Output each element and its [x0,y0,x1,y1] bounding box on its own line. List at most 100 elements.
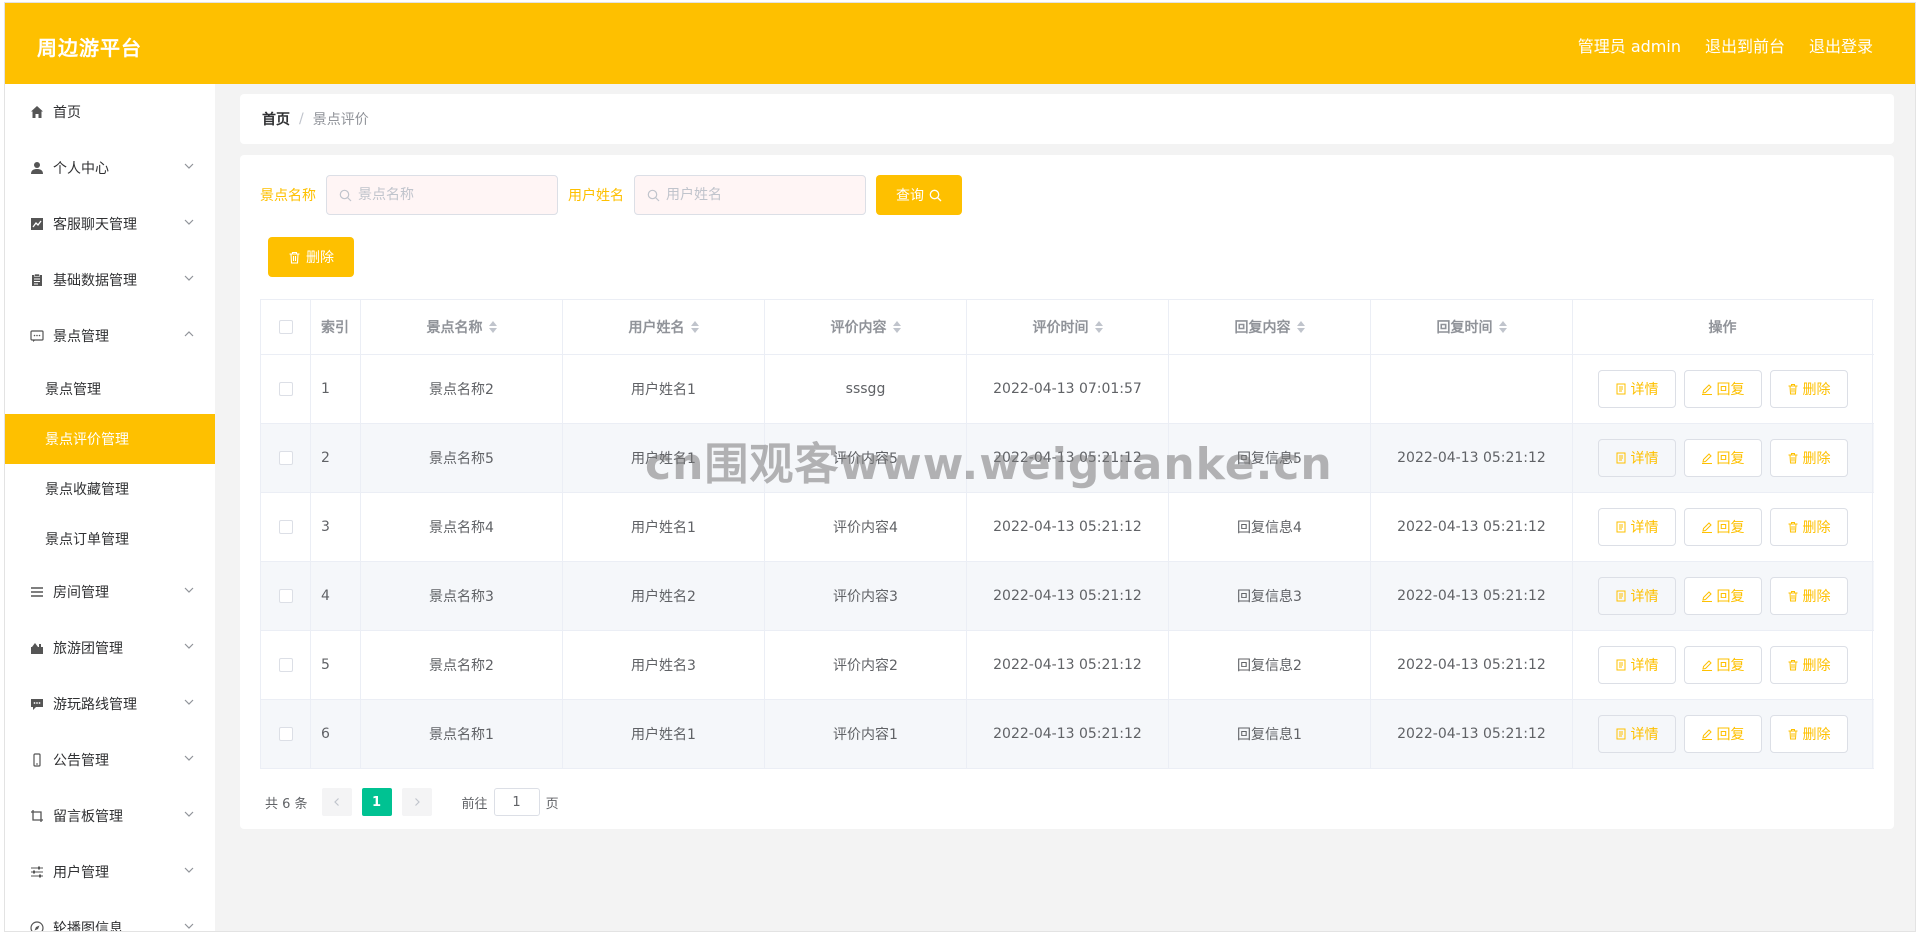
sidebar-subitem-scenic-order[interactable]: 景点订单管理 [5,514,215,564]
reply-label: 回复 [1716,727,1745,743]
cell-actions: 详情 回复 删除 [1573,700,1873,768]
delete-button[interactable]: 删除 [1769,508,1848,546]
cell-user-name: 用户姓名3 [563,631,765,699]
sort-icon[interactable] [690,321,699,333]
delete-button[interactable]: 删除 [1769,370,1848,408]
header-label: 用户姓名 [628,320,685,336]
page-number-current[interactable]: 1 [361,788,392,816]
cell-reply-time: 2022-04-13 05:21:12 [1371,631,1573,699]
sort-icon[interactable] [892,321,901,333]
reply-button[interactable]: 回复 [1683,439,1762,477]
detail-button[interactable]: 详情 [1597,577,1676,615]
breadcrumb: 首页 / 景点评价 [240,94,1894,144]
query-button[interactable]: 查询 [876,175,962,215]
header-scenic-name[interactable]: 景点名称 [361,300,563,354]
header-label: 索引 [321,320,349,336]
row-checkbox[interactable] [278,520,293,534]
brand-title: 周边游平台 [37,36,142,60]
sidebar-item-label: 客服聊天管理 [53,217,137,233]
delete-button[interactable]: 删除 [1769,715,1848,753]
sidebar-item-chat[interactable]: 客服聊天管理 [5,196,215,252]
prev-page-button[interactable] [321,788,352,816]
sidebar-item-label: 轮播图信息 [53,921,123,932]
sidebar-item-user[interactable]: 用户管理 [5,844,215,900]
chart-icon [29,216,45,232]
logout-link[interactable]: 退出登录 [1809,33,1873,57]
detail-button[interactable]: 详情 [1597,715,1676,753]
cell-user-name: 用户姓名1 [563,424,765,492]
cell-actions: 详情 回复 删除 [1573,424,1873,492]
row-checkbox[interactable] [278,727,293,741]
row-checkbox[interactable] [278,451,293,465]
sidebar-item-message-board[interactable]: 留言板管理 [5,788,215,844]
cell-user-name: 用户姓名1 [563,493,765,561]
detail-button[interactable]: 详情 [1597,370,1676,408]
reply-button[interactable]: 回复 [1683,715,1762,753]
exit-to-front-link[interactable]: 退出到前台 [1705,33,1785,57]
sidebar-item-label: 个人中心 [53,161,109,177]
cell-reply-time [1371,355,1573,423]
detail-button[interactable]: 详情 [1597,508,1676,546]
goto-page-input[interactable] [496,794,537,810]
cell-index: 2 [311,424,361,492]
detail-button[interactable]: 详情 [1597,646,1676,684]
cell-scenic-name: 景点名称2 [361,355,563,423]
header-index: 索引 [311,300,361,354]
reply-button[interactable]: 回复 [1683,370,1762,408]
sidebar-item-room[interactable]: 房间管理 [5,564,215,620]
user-name-field[interactable] [634,175,866,215]
edit-icon [1701,659,1713,671]
bulk-delete-button[interactable]: 删除 [268,237,354,277]
sidebar-subitem-scenic-review[interactable]: 景点评价管理 [5,414,215,464]
sidebar-item-tour-group[interactable]: 旅游团管理 [5,620,215,676]
sidebar-item-profile[interactable]: 个人中心 [5,140,215,196]
header-reply-time[interactable]: 回复时间 [1371,300,1573,354]
select-all-checkbox[interactable] [278,320,293,334]
row-checkbox[interactable] [278,589,293,603]
sidebar-item-scenic[interactable]: 景点管理 [5,308,215,364]
delete-button[interactable]: 删除 [1769,646,1848,684]
admin-label[interactable]: 管理员 admin [1578,33,1681,57]
chat-icon [29,328,45,344]
cell-user-name: 用户姓名2 [563,562,765,630]
sidebar-item-carousel[interactable]: 轮播图信息 [5,900,215,932]
sidebar-item-route[interactable]: 游玩路线管理 [5,676,215,732]
sort-icon[interactable] [1296,321,1305,333]
cell-actions: 详情 回复 删除 [1573,631,1873,699]
reply-button[interactable]: 回复 [1683,508,1762,546]
scenic-name-input[interactable] [358,187,528,203]
detail-button[interactable]: 详情 [1597,439,1676,477]
row-checkbox[interactable] [278,382,293,396]
header-reply-content[interactable]: 回复内容 [1169,300,1371,354]
sort-icon[interactable] [488,321,497,333]
sort-icon[interactable] [1498,321,1507,333]
breadcrumb-home[interactable]: 首页 [262,109,290,129]
header-review-time[interactable]: 评价时间 [967,300,1169,354]
sort-icon[interactable] [1094,321,1103,333]
header-user-name[interactable]: 用户姓名 [563,300,765,354]
sidebar-item-basic-data[interactable]: 基础数据管理 [5,252,215,308]
sidebar-item-notice[interactable]: 公告管理 [5,732,215,788]
cell-review-content: sssgg [765,355,967,423]
goto-page-field[interactable] [493,788,540,816]
scenic-name-field[interactable] [326,175,558,215]
sidebar-item-label: 公告管理 [53,753,109,769]
cell-review-content: 评价内容1 [765,700,967,768]
sidebar-item-home[interactable]: 首页 [5,84,215,140]
user-name-input[interactable] [666,187,836,203]
cell-actions: 详情 回复 删除 [1573,355,1873,423]
header-review-content[interactable]: 评价内容 [765,300,967,354]
sidebar-subitem-scenic-favorite[interactable]: 景点收藏管理 [5,464,215,514]
chevron-down-icon [183,216,195,228]
reply-button[interactable]: 回复 [1683,646,1762,684]
reply-button[interactable]: 回复 [1683,577,1762,615]
row-checkbox[interactable] [278,658,293,672]
header-label: 评价时间 [1032,320,1089,336]
cell-review-time: 2022-04-13 05:21:12 [967,631,1169,699]
delete-button[interactable]: 删除 [1769,577,1848,615]
scenic-name-label: 景点名称 [260,188,316,204]
sidebar-subitem-scenic-manage[interactable]: 景点管理 [5,364,215,414]
delete-button[interactable]: 删除 [1769,439,1848,477]
next-page-button[interactable] [401,788,432,816]
compass-icon [29,920,45,931]
